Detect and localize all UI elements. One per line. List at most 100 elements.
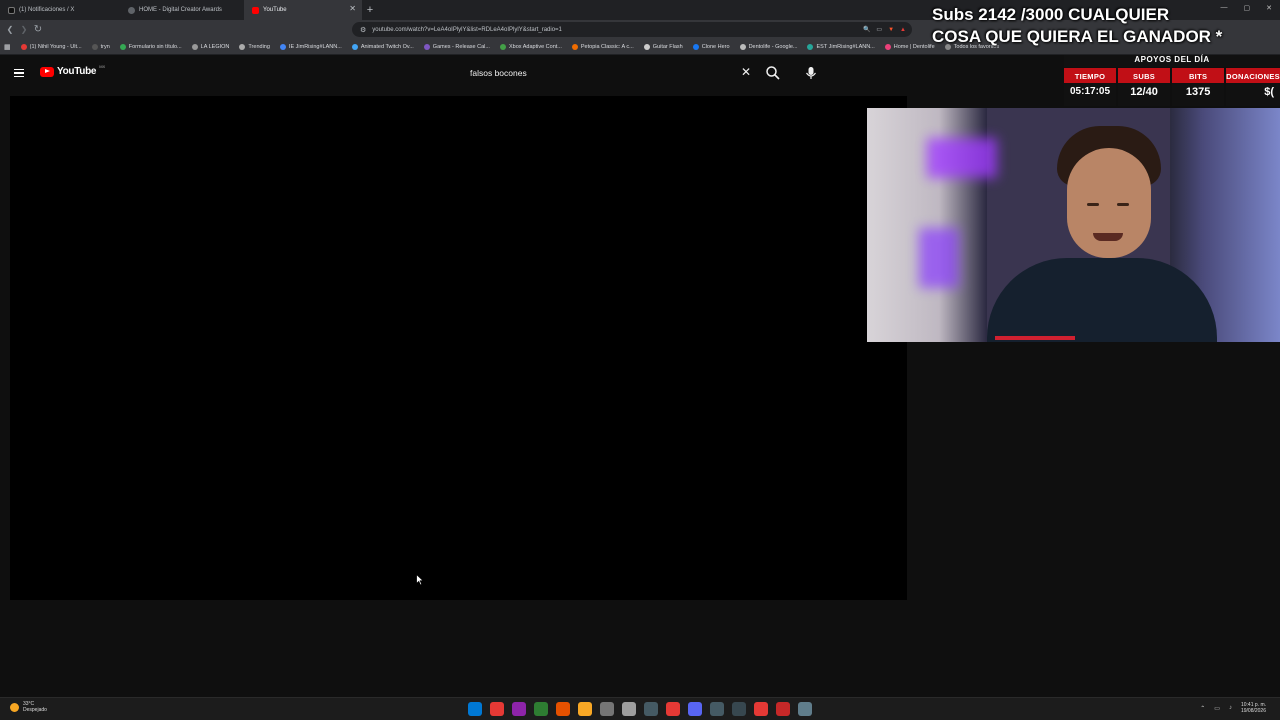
reload-icon[interactable]: ↻: [31, 20, 45, 39]
bookmark-icon: [91, 43, 98, 50]
forward-icon[interactable]: ❯: [17, 20, 31, 39]
youtube-icon: [252, 6, 259, 14]
app-icon[interactable]: [534, 702, 548, 716]
network-icon[interactable]: ▭: [1214, 705, 1220, 712]
bookmark-item[interactable]: Xbox Adaptive Cont...: [499, 43, 562, 50]
bookmark-label: Home | Dentolife: [893, 43, 935, 50]
sun-icon: [10, 702, 19, 712]
tab-digital-creator-awards[interactable]: HOME - Digital Creator Awards: [120, 0, 244, 20]
bookmark-label: Xbox Adaptive Cont...: [508, 43, 562, 50]
rewards-icon[interactable]: ▲: [900, 27, 906, 33]
bookmark-icon: [20, 43, 27, 50]
app-icon[interactable]: [710, 702, 724, 716]
bookmark-label: (1) Nihil Young - Ult...: [29, 43, 82, 50]
bookmark-label: Formulario sin título...: [128, 43, 182, 50]
bookmark-item[interactable]: Dentolife - Google...: [739, 43, 797, 50]
apps-icon[interactable]: ▦: [4, 43, 11, 51]
bookmark-icon: [884, 43, 891, 50]
bookmark-item[interactable]: LA LEGION: [191, 43, 230, 50]
bookmark-icon: [279, 43, 286, 50]
bookmark-icon: [807, 43, 814, 50]
bookmark-icon: [739, 43, 746, 50]
bookmark-item[interactable]: Petopia Classic: A c...: [571, 43, 634, 50]
streamer-smile: [1093, 233, 1123, 241]
menu-icon[interactable]: [14, 69, 24, 78]
site-info-icon[interactable]: ⚙: [360, 26, 366, 34]
screen: (1) Notificaciones / X HOME - Digital Cr…: [0, 0, 1280, 720]
bookmark-item[interactable]: IE JimRising#LANN...: [279, 43, 342, 50]
app-icon[interactable]: [490, 702, 504, 716]
stat-value: 12/40: [1130, 86, 1158, 98]
app-icon[interactable]: [600, 702, 614, 716]
zoom-icon[interactable]: 🔍: [863, 26, 870, 33]
app-icon[interactable]: [732, 702, 746, 716]
tab-label: YouTube: [263, 7, 287, 13]
chevron-up-icon[interactable]: ⌃: [1200, 705, 1205, 712]
bookmark-item[interactable]: Animated Twitch Ov...: [351, 43, 414, 50]
bookmark-label: IE JimRising#LANN...: [288, 43, 342, 50]
video-player[interactable]: [10, 96, 907, 600]
bookmark-label: tryn: [100, 43, 110, 50]
volume-icon[interactable]: ♪: [1229, 705, 1232, 711]
app-icon[interactable]: [754, 702, 768, 716]
app-icon[interactable]: [666, 702, 680, 716]
weather-condition: Despejado: [23, 707, 47, 713]
bookmark-item[interactable]: Trending: [239, 43, 270, 50]
taskbar-apps: [468, 702, 812, 716]
address-bar[interactable]: ⚙ youtube.com/watch?v=LeA4oIPlylY&list=R…: [352, 22, 912, 37]
bookmark-item[interactable]: Clone Hero: [692, 43, 730, 50]
youtube-logo[interactable]: YouTube MX: [40, 64, 106, 77]
stat-subs: SUBS 12/40: [1118, 68, 1171, 106]
bookmark-item[interactable]: Guitar Flash: [643, 43, 683, 50]
settings-icon[interactable]: [798, 702, 812, 716]
discord-icon[interactable]: [688, 702, 702, 716]
support-header: APOYOS DEL DÍA: [1064, 55, 1280, 67]
new-tab-button[interactable]: +: [362, 0, 378, 20]
webcam-feed: [867, 108, 1280, 342]
clock[interactable]: 10:41 p. m. 19/08/2026: [1241, 702, 1266, 714]
windows-start-icon[interactable]: [468, 702, 482, 716]
bookmark-icon: [191, 43, 198, 50]
search-icon: [766, 66, 780, 80]
app-icon[interactable]: [776, 702, 790, 716]
clock-date: 19/08/2026: [1240, 708, 1266, 714]
bookmark-icon: [571, 43, 578, 50]
search-input[interactable]: falsos bocones: [458, 62, 758, 84]
youtube-play-icon: [40, 66, 54, 77]
close-tab-icon[interactable]: ✕: [349, 5, 356, 13]
stat-time: TIEMPO 05:17:05: [1064, 68, 1117, 106]
shirt-stripe: [995, 336, 1075, 340]
brave-shield-icon[interactable]: ▼: [888, 27, 894, 33]
bookmark-item[interactable]: tryn: [91, 43, 110, 50]
stat-donations: DONACIONES $(: [1226, 68, 1280, 106]
bookmark-label: Clone Hero: [701, 43, 730, 50]
stat-label: SUBS: [1118, 68, 1171, 83]
cast-icon[interactable]: ▭: [876, 26, 882, 33]
bookmark-item[interactable]: Home | Dentolife: [884, 43, 935, 50]
weather-widget[interactable]: 33°C Despejado: [10, 701, 47, 713]
file-explorer-icon[interactable]: [578, 702, 592, 716]
voice-search-button[interactable]: [803, 64, 819, 82]
bookmark-label: LA LEGION: [200, 43, 230, 50]
bookmark-item[interactable]: Formulario sin título...: [119, 43, 182, 50]
tab-notifications-x[interactable]: (1) Notificaciones / X: [0, 0, 120, 20]
app-icon[interactable]: [622, 702, 636, 716]
bookmark-icon: [239, 43, 246, 50]
bookmark-icon: [351, 43, 358, 50]
system-tray: ⌃ ▭ ♪ 10:41 p. m. 19/08/2026: [1200, 702, 1266, 714]
rgb-light: [927, 138, 997, 178]
stream-stats-panel: TIEMPO 05:17:05 SUBS 12/40 BITS 1375 DON…: [1064, 68, 1280, 106]
app-icon[interactable]: [556, 702, 570, 716]
search-button[interactable]: [764, 64, 782, 82]
back-icon[interactable]: ❮: [3, 20, 17, 39]
bookmark-item[interactable]: EST JimRising#LANN...: [807, 43, 875, 50]
clear-search-icon[interactable]: ✕: [741, 65, 751, 79]
tab-youtube[interactable]: YouTube ✕: [244, 0, 362, 20]
goal-line-1: Subs 2142 /3000 CUALQUIER: [932, 5, 1170, 24]
region-code: MX: [99, 64, 106, 69]
bookmark-item[interactable]: (1) Nihil Young - Ult...: [20, 43, 82, 50]
app-icon[interactable]: [512, 702, 526, 716]
rgb-light: [919, 228, 959, 288]
bookmark-item[interactable]: Games - Release Cal...: [423, 43, 490, 50]
app-icon[interactable]: [644, 702, 658, 716]
